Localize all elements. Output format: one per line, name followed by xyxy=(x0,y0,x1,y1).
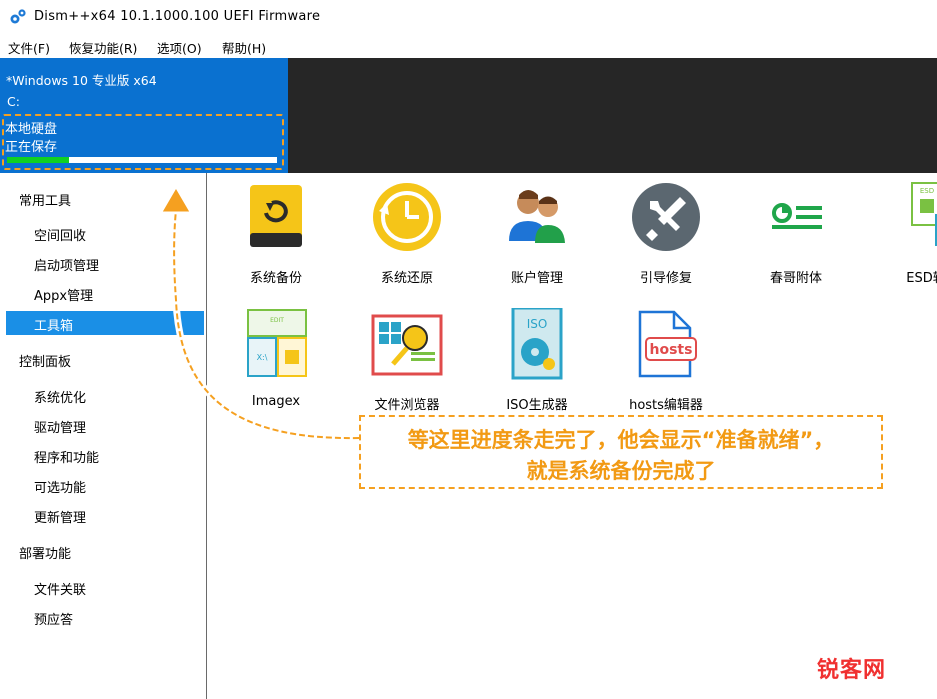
iso-disc-icon: ISO xyxy=(511,308,563,380)
window-title: Dism++x64 10.1.1000.100 UEFI Firmware xyxy=(34,9,321,24)
nav-item-appx[interactable]: Appx管理 xyxy=(34,285,93,304)
tool-label: 文件浏览器 xyxy=(374,398,440,413)
nav-item-startup[interactable]: 启动项管理 xyxy=(34,255,99,274)
tool-label: 账户管理 xyxy=(510,271,563,286)
tool-label: Imagex xyxy=(251,394,301,409)
svg-text:ESD: ESD xyxy=(920,187,934,195)
callout-line-2: 就是系统备份完成了 xyxy=(526,459,716,483)
tool-label: 春哥附体 xyxy=(769,271,822,286)
wrench-screwdriver-icon xyxy=(632,183,700,251)
progress-bar xyxy=(7,157,277,163)
gear-icon xyxy=(10,9,26,24)
tool-label: ISO生成器 xyxy=(506,398,568,413)
hosts-file-icon: hosts xyxy=(638,310,697,378)
svg-text:X:\: X:\ xyxy=(257,353,268,362)
annotation-callout: 等这里进度条走完了，他会显示“准备就绪”， 就是系统备份完成了 xyxy=(359,415,883,489)
restore-clock-icon xyxy=(373,183,441,251)
nav-item-optional-features[interactable]: 可选功能 xyxy=(34,477,86,496)
imagex-icon: EDIT X:\ xyxy=(247,309,307,377)
menu-bar: 文件(F) 恢复功能(R) 选项(O) 帮助(H) xyxy=(0,34,937,58)
tool-label: hosts编辑器 xyxy=(629,398,703,413)
session-status-text: 正在保存 xyxy=(5,140,58,155)
nav-item-optimize[interactable]: 系统优化 xyxy=(34,387,86,406)
session-drive-label: C: xyxy=(7,94,20,109)
session-tile[interactable]: *Windows 10 专业版 x64 C: 本地硬盘 正在保存 xyxy=(0,58,288,173)
nav-category-deploy[interactable]: 部署功能 xyxy=(19,543,71,562)
nav-item-answer-file[interactable]: 预应答 xyxy=(34,609,73,628)
title-bar: Dism++x64 10.1.1000.100 UEFI Firmware xyxy=(0,0,937,34)
backup-drive-icon xyxy=(250,185,302,247)
menu-file[interactable]: 文件(F) xyxy=(8,38,50,57)
watermark: 锐客网 xyxy=(817,658,887,683)
toggle-list-icon xyxy=(772,203,822,229)
nav-item-toolbox[interactable]: 工具箱 xyxy=(34,315,73,334)
esd-convert-icon: ESD xyxy=(911,182,937,246)
menu-help[interactable]: 帮助(H) xyxy=(222,38,266,57)
tool-label: 系统还原 xyxy=(380,271,433,286)
svg-text:hosts: hosts xyxy=(650,342,693,358)
tool-label: ESD转 xyxy=(906,271,937,286)
session-os-label: *Windows 10 专业版 x64 xyxy=(6,73,157,88)
menu-recovery[interactable]: 恢复功能(R) xyxy=(69,38,137,57)
callout-line-1: 等这里进度条走完了，他会显示“准备就绪”， xyxy=(407,428,835,452)
tool-label: 系统备份 xyxy=(249,271,302,286)
session-disk-label: 本地硬盘 xyxy=(5,122,58,137)
svg-text:EDIT: EDIT xyxy=(270,317,284,324)
svg-text:ISO: ISO xyxy=(527,317,548,331)
nav-item-programs[interactable]: 程序和功能 xyxy=(34,447,99,466)
nav-category-common-tools[interactable]: 常用工具 xyxy=(19,190,71,209)
file-browser-icon xyxy=(371,314,443,376)
nav-category-control-panel[interactable]: 控制面板 xyxy=(19,351,71,370)
tool-label: 引导修复 xyxy=(639,271,692,286)
sidebar: 常用工具 空间回收 启动项管理 Appx管理 工具箱 控制面板 系统优化 驱动管… xyxy=(0,173,207,699)
nav-item-drivers[interactable]: 驱动管理 xyxy=(34,417,86,436)
users-icon xyxy=(509,190,565,243)
nav-item-updates[interactable]: 更新管理 xyxy=(34,507,86,526)
nav-item-space-recycle[interactable]: 空间回收 xyxy=(34,225,86,244)
menu-options[interactable]: 选项(O) xyxy=(157,38,202,57)
nav-item-file-assoc[interactable]: 文件关联 xyxy=(34,579,86,598)
progress-fill xyxy=(7,157,70,163)
